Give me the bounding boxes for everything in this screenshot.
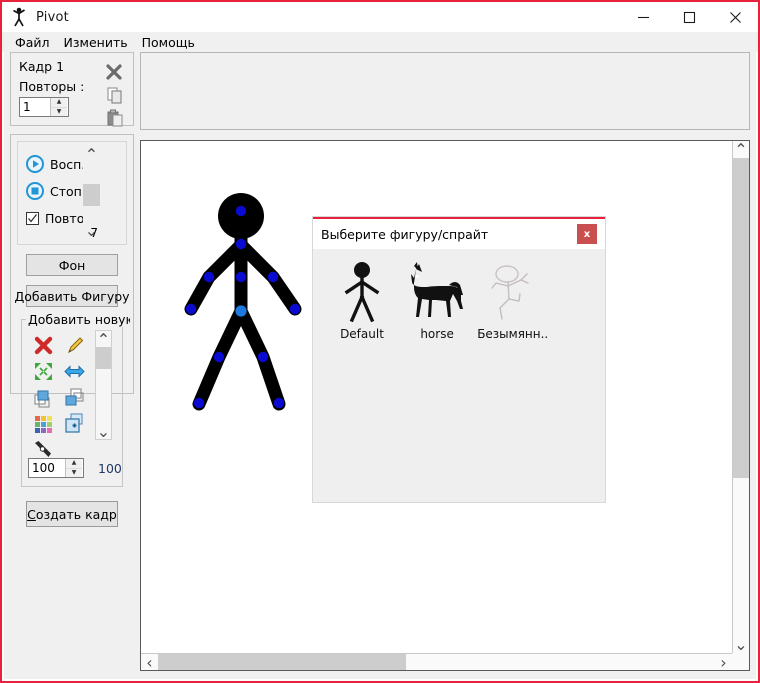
animation-canvas[interactable]: Выберите фигуру/спрайт x Default horse Б… [141,141,732,653]
scale-spin-buttons[interactable]: ▲ ▼ [65,459,82,477]
menu-help[interactable]: Помощь [135,34,202,51]
stickman-gray-icon [477,259,547,323]
repeat-spin-down[interactable]: ▼ [51,108,67,117]
edit-pencil-icon[interactable] [59,332,90,358]
dialog-body: Default horse Безымянн.. [313,249,605,502]
window-title: Pivot [36,9,69,25]
playback-controls: Восп. Стоп Повтор ⌃ ⌄ 7 [17,141,127,245]
window-controls [620,2,758,32]
create-frame-button[interactable]: Создать кадр [26,501,118,527]
menu-file[interactable]: Файл [8,34,57,51]
canvas-scroll-down[interactable]: ⌄ [733,635,749,654]
stickman-icon [10,7,28,27]
flip-horizontal-icon[interactable] [59,358,90,384]
sprite-picker-dialog[interactable]: Выберите фигуру/спрайт x Default horse Б… [313,217,605,502]
canvas-vertical-scrollbar[interactable]: ⌃ ⌄ [732,140,749,654]
canvas-scroll-right[interactable]: › [715,653,732,672]
tools-panel: Восп. Стоп Повтор ⌃ ⌄ 7 Фон Добавить Фиг… [10,134,134,527]
canvas-scroll-up[interactable]: ⌃ [733,140,749,159]
sprite-label: horse [420,327,454,341]
color-palette-icon[interactable] [28,410,59,436]
speed-scroll-thumb[interactable] [83,184,100,206]
canvas-vscroll-thumb[interactable] [733,158,749,478]
minimize-button[interactable] [620,2,666,32]
frame-panel: Кадр 1 Повторы : ▲ ▼ [10,52,134,127]
background-button[interactable]: Фон [26,254,118,276]
frames-strip[interactable] [140,52,750,130]
delete-x-icon[interactable] [105,63,123,81]
repeat-stepper[interactable]: ▲ ▼ [19,97,69,117]
scale-stepper[interactable]: ▲ ▼ [28,458,84,478]
scale-readout: 100 [98,460,122,476]
stop-label: Стоп [50,183,82,199]
main-area: Кадр 1 Повторы : ▲ ▼ [4,52,756,679]
title-bar: Pivot [2,2,758,32]
repeat-spin-buttons[interactable]: ▲ ▼ [50,98,67,116]
sprite-tools-group: Добавить новую с [21,312,130,487]
loop-checkbox[interactable] [26,211,39,225]
create-frame-label: оздать кадр [35,506,117,522]
sprite-tools-title: Добавить новую с [26,312,130,327]
bring-to-front-icon[interactable] [59,384,90,410]
stickman-black-icon [327,259,397,323]
sprite-scroll-down[interactable]: ⌄ [96,422,111,441]
repeat-input[interactable] [20,98,50,116]
close-button[interactable] [712,2,758,32]
dialog-header: Выберите фигуру/спрайт x [313,219,605,249]
scale-row: ▲ ▼ 100 [28,458,122,478]
speed-scrollbar[interactable]: ⌃ ⌄ [83,145,100,240]
repeat-spin-up[interactable]: ▲ [51,98,67,108]
send-to-back-icon[interactable] [28,384,59,410]
speed-scroll-up[interactable]: ⌃ [83,145,100,164]
menu-edit[interactable]: Изменить [57,34,135,51]
duplicate-add-icon[interactable] [59,410,90,436]
scale-spin-up[interactable]: ▲ [66,459,82,469]
scale-spin-down[interactable]: ▼ [66,469,82,478]
play-row[interactable]: Восп. [26,153,122,175]
play-label: Восп. [50,156,86,172]
sprite-tools-scrollbar[interactable]: ⌃ ⌄ [95,330,112,441]
play-circle-icon[interactable] [26,155,44,173]
canvas-scroll-left[interactable]: ‹ [141,653,158,672]
scrollbar-corner [732,653,749,670]
menu-bar: Файл Изменить Помощь [2,32,758,52]
sprite-item-default[interactable]: Default [327,259,397,341]
canvas-panel: Выберите фигуру/спрайт x Default horse Б… [140,140,750,672]
stick-figure[interactable] [179,189,309,419]
sprite-scroll-up[interactable]: ⌃ [96,330,111,349]
canvas-hscroll-thumb[interactable] [158,654,406,670]
speed-value: 7 [90,226,98,240]
loop-row[interactable]: Повтор [26,207,122,229]
paste-icon[interactable] [107,109,123,127]
canvas-horizontal-scrollbar[interactable]: ‹ › [141,653,732,672]
add-figure-label: Добавить Фигуру [14,288,130,304]
dialog-title: Выберите фигуру/спрайт [321,226,489,242]
sprite-scroll-thumb[interactable] [96,347,111,369]
copy-icon[interactable] [107,87,123,105]
create-frame-accel: С [27,506,36,522]
delete-x-icon[interactable] [28,332,59,358]
stop-circle-icon[interactable] [26,182,44,200]
left-control-panel: Кадр 1 Повторы : ▲ ▼ [10,52,134,527]
resize-arrows-icon[interactable] [28,358,59,384]
sprite-label: Default [340,327,384,341]
dialog-close-button[interactable]: x [577,224,597,244]
sprite-item-horse[interactable]: horse [402,259,472,341]
stop-row[interactable]: Стоп [26,180,122,202]
scale-input[interactable] [29,459,65,477]
horse-black-icon [402,259,472,323]
sprite-item-unnamed[interactable]: Безымянн.. [477,259,549,341]
maximize-button[interactable] [666,2,712,32]
add-figure-button[interactable]: Добавить Фигуру [14,285,130,307]
sprite-tool-icons [28,332,90,462]
sprite-label: Безымянн.. [477,327,549,341]
